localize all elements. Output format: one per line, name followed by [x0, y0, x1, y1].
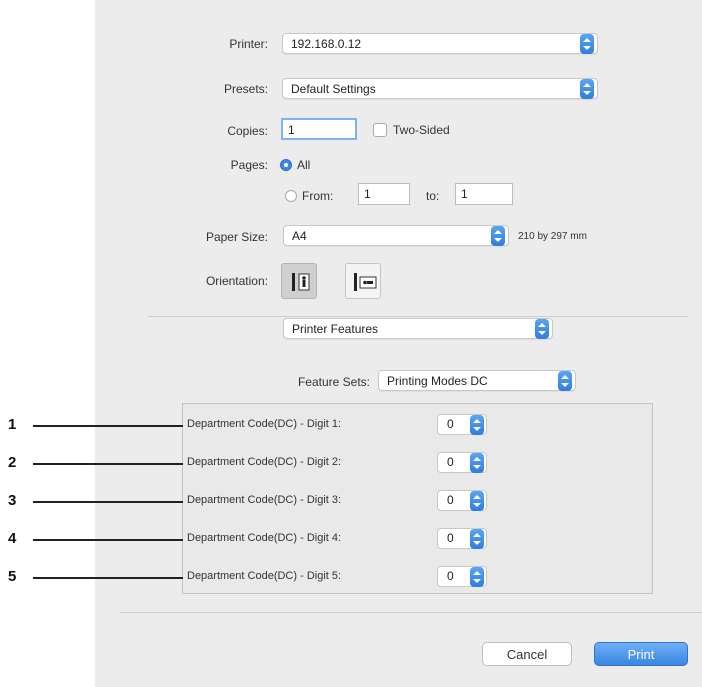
- portrait-orientation-button[interactable]: [281, 263, 317, 299]
- landscape-orientation-button[interactable]: [345, 263, 381, 299]
- two-sided-checkbox[interactable]: [373, 123, 387, 137]
- pages-label: Pages:: [230, 158, 268, 172]
- footer-separator: [120, 612, 702, 613]
- feature-sets-popup-arrows-icon: [558, 371, 572, 391]
- copies-input[interactable]: 1: [281, 118, 357, 140]
- pages-from-radio[interactable]: [285, 190, 297, 202]
- dc-digit-value: 0: [447, 569, 454, 583]
- section-popup-arrows-icon: [535, 319, 549, 339]
- callout-line: [33, 539, 183, 541]
- landscape-icon: [354, 273, 377, 291]
- dc-digit-value: 0: [447, 531, 454, 545]
- dc-digit-label: Department Code(DC) - Digit 4:: [187, 532, 342, 544]
- pages-from-input[interactable]: 1: [358, 183, 410, 205]
- orientation-label: Orientation:: [205, 274, 268, 288]
- pages-all-radio[interactable]: [280, 159, 292, 171]
- section-separator: [148, 316, 688, 317]
- paper-size-popup-arrows-icon: [491, 226, 505, 246]
- printer-value: 192.168.0.12: [291, 37, 362, 51]
- callout-line: [33, 501, 183, 503]
- dc-digit-2-popup[interactable]: 0: [437, 452, 487, 473]
- presets-value: Default Settings: [291, 82, 376, 96]
- print-button[interactable]: Print: [594, 642, 688, 666]
- dc-digit-4-popup[interactable]: 0: [437, 528, 487, 549]
- dc-digit-5-popup[interactable]: 0: [437, 566, 487, 587]
- paper-size-value: A4: [292, 229, 307, 243]
- dc-digit-1-popup[interactable]: 0: [437, 414, 487, 435]
- callout-number: 2: [8, 454, 17, 471]
- dc-digit-value: 0: [447, 493, 454, 507]
- dc-digit-label: Department Code(DC) - Digit 1:: [187, 418, 342, 430]
- paper-dimensions: 210 by 297 mm: [518, 231, 587, 242]
- presets-label: Presets:: [223, 82, 268, 96]
- dc-digit-3-popup[interactable]: 0: [437, 490, 487, 511]
- presets-popup-arrows-icon: [580, 79, 594, 99]
- dc-digit-value: 0: [447, 417, 454, 431]
- section-popup[interactable]: Printer Features: [283, 318, 553, 339]
- callout-number: 1: [8, 416, 17, 433]
- dc-digit-label: Department Code(DC) - Digit 5:: [187, 570, 342, 582]
- feature-sets-label: Feature Sets:: [297, 375, 370, 389]
- section-popup-value: Printer Features: [292, 322, 379, 336]
- portrait-icon: [292, 273, 310, 291]
- printer-label: Printer:: [229, 37, 268, 51]
- feature-sets-popup[interactable]: Printing Modes DC: [378, 370, 576, 391]
- callout-line: [33, 463, 183, 465]
- paper-size-popup[interactable]: A4: [283, 225, 509, 246]
- presets-popup[interactable]: Default Settings: [282, 78, 598, 99]
- printer-popup-arrows-icon: [580, 34, 594, 54]
- feature-sets-value: Printing Modes DC: [387, 374, 488, 388]
- dc-digit-label: Department Code(DC) - Digit 2:: [187, 456, 342, 468]
- dc-digit-label: Department Code(DC) - Digit 3:: [187, 494, 342, 506]
- dc-popup-arrows-icon: [470, 453, 484, 473]
- dc-popup-arrows-icon: [470, 567, 484, 587]
- pages-to-label: to:: [426, 189, 440, 203]
- callout-line: [33, 425, 183, 427]
- dc-popup-arrows-icon: [470, 491, 484, 511]
- two-sided-label: Two-Sided: [393, 123, 450, 137]
- dc-popup-arrows-icon: [470, 529, 484, 549]
- pages-to-input[interactable]: 1: [455, 183, 513, 205]
- dc-digit-value: 0: [447, 455, 454, 469]
- pages-all-label: All: [297, 158, 311, 172]
- pages-from-label: From:: [302, 189, 334, 203]
- callout-line: [33, 577, 183, 579]
- paper-size-label: Paper Size:: [205, 230, 268, 244]
- copies-label: Copies:: [227, 124, 268, 138]
- callout-number: 3: [8, 492, 17, 509]
- callout-number: 4: [8, 530, 17, 547]
- printer-popup[interactable]: 192.168.0.12: [282, 33, 598, 54]
- dc-popup-arrows-icon: [470, 415, 484, 435]
- callout-number: 5: [8, 568, 17, 585]
- cancel-button[interactable]: Cancel: [482, 642, 572, 666]
